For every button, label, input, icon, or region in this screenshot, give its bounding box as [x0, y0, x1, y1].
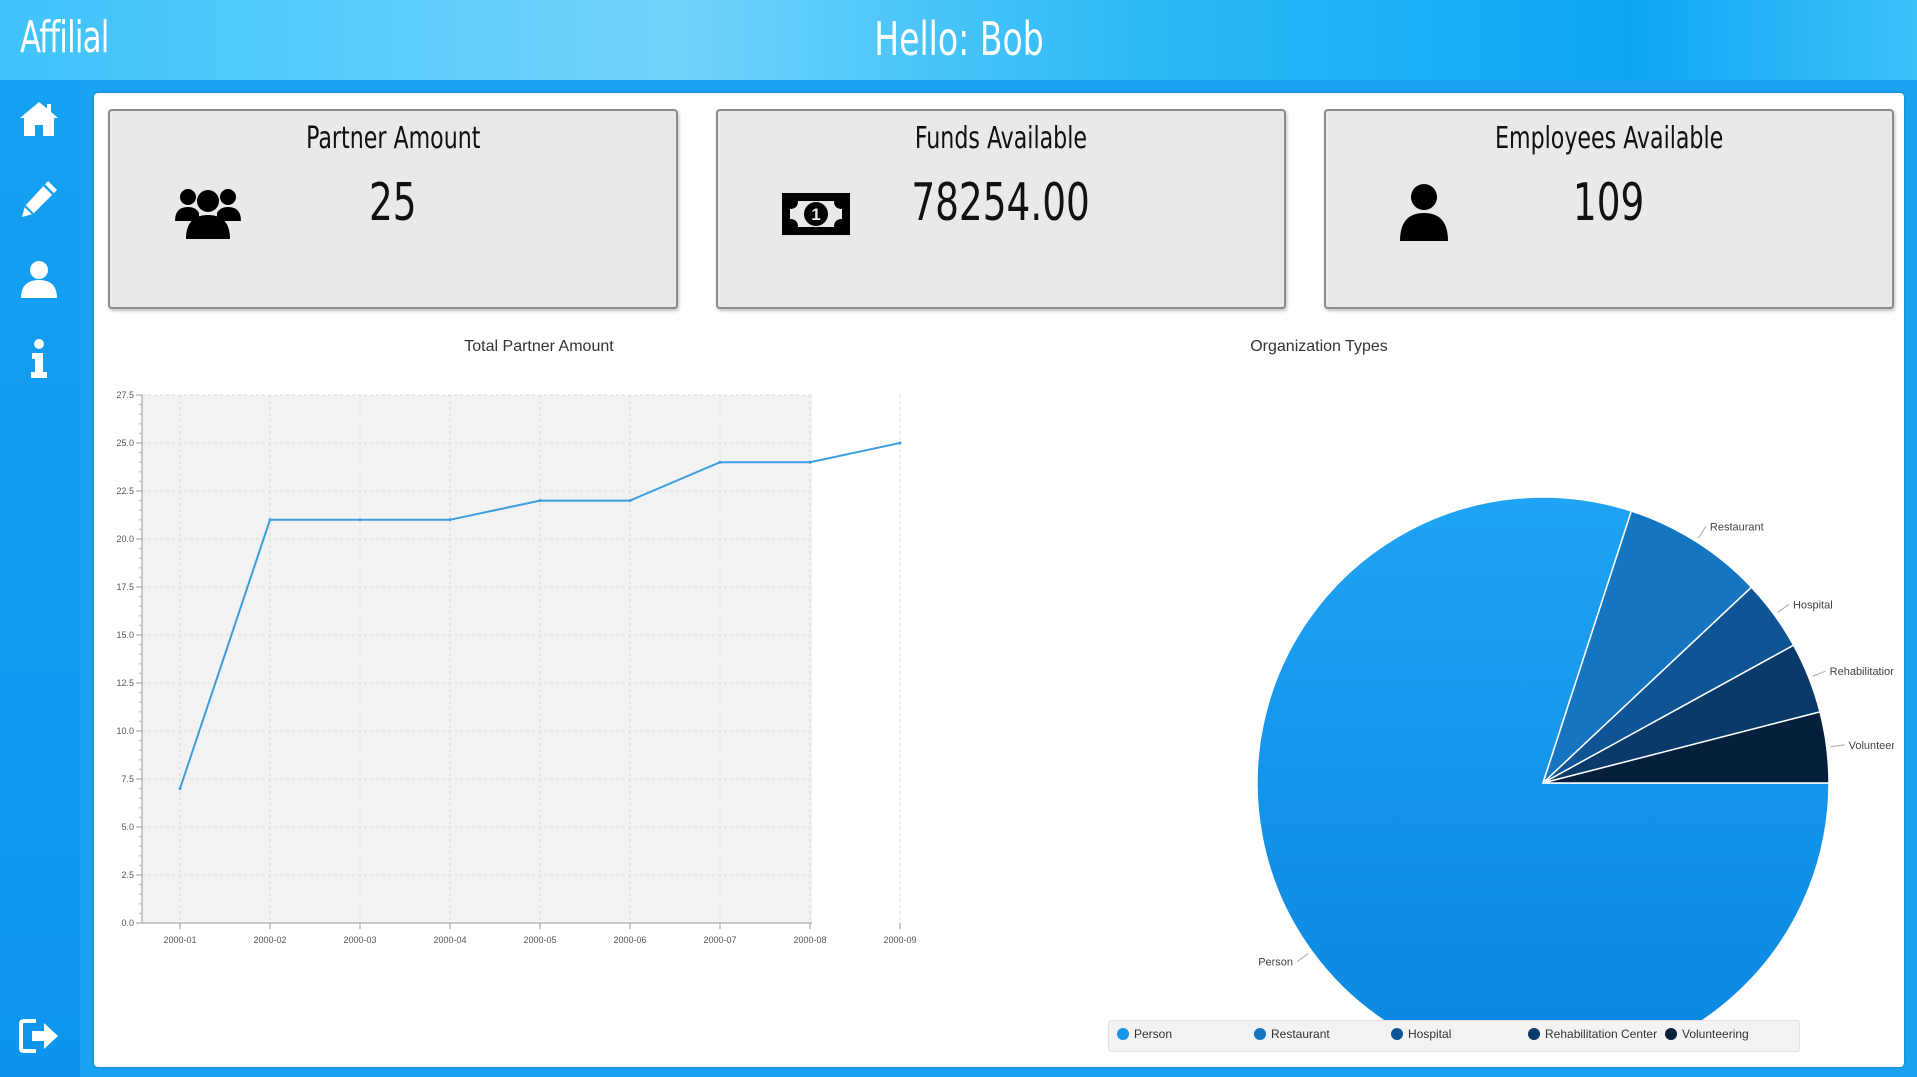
funds-available-card: Funds Available 1 78254.00	[716, 109, 1286, 309]
y-tick-label: 0.0	[121, 918, 134, 928]
x-tick-label: 2000-02	[253, 935, 286, 945]
info-icon[interactable]	[18, 338, 60, 380]
pie-chart: Person Restaurant Hospital Rehabilitation C…	[1256, 496, 1894, 1023]
top-bar: Affilial Hello: Bob	[0, 0, 1917, 80]
legend-label: Restaurant	[1271, 1027, 1330, 1041]
dashboard-panel: Partner Amount 25 Funds Available 1 7825…	[94, 93, 1904, 1067]
pie-legend: Person Restaurant Hospital Rehabilitation C…	[1108, 1020, 1800, 1052]
legend-label: Person	[1134, 1027, 1173, 1041]
x-tick-label: 2000-03	[343, 935, 376, 945]
y-tick-label: 5.0	[121, 822, 134, 832]
y-tick-label: 17.5	[116, 582, 134, 592]
legend-swatch	[1528, 1028, 1540, 1040]
pie-label: Restaurant	[1710, 521, 1764, 533]
card-title: Funds Available	[914, 121, 1088, 156]
legend-item: Person	[1117, 1027, 1172, 1041]
sidebar	[0, 80, 80, 1077]
legend-swatch	[1391, 1028, 1403, 1040]
line-chart: 0.0 2.5 5.0 7.5 10.0 12.5 15.0 17.5 20.0 22.5 25.0…	[116, 390, 916, 945]
data-point	[628, 499, 632, 503]
data-point	[178, 787, 182, 791]
x-tick-label: 2000-04	[433, 935, 466, 945]
data-point	[718, 460, 722, 464]
y-tick-label: 20.0	[116, 534, 134, 544]
legend-item: Hospital	[1391, 1027, 1451, 1041]
pie-label: Hospital	[1793, 599, 1833, 611]
employees-available-card: Employees Available 109	[1324, 109, 1894, 309]
x-tick-label: 2000-08	[793, 935, 826, 945]
data-point	[808, 460, 812, 464]
label-leader	[1830, 744, 1845, 748]
user-icon[interactable]	[18, 258, 60, 300]
pie-label: Volunteering	[1849, 740, 1894, 752]
y-tick-label: 15.0	[116, 630, 134, 640]
card-value: 109	[1573, 173, 1645, 233]
data-point	[448, 518, 452, 522]
label-leader	[1697, 526, 1707, 539]
x-tick-label: 2000-06	[613, 935, 646, 945]
legend-swatch	[1665, 1028, 1677, 1040]
card-value: 25	[369, 173, 417, 233]
greeting-text: Hello: Bob	[873, 12, 1044, 66]
x-tick-label: 2000-07	[703, 935, 736, 945]
card-title: Partner Amount	[305, 121, 481, 156]
x-tick-label: 2000-05	[523, 935, 556, 945]
card-title: Employees Available	[1494, 121, 1724, 156]
x-tick-label: 2000-01	[163, 935, 196, 945]
legend-swatch	[1117, 1028, 1129, 1040]
data-point	[898, 441, 902, 445]
greeting: Hello: Bob	[0, 12, 1917, 66]
legend-label: Volunteering	[1682, 1027, 1749, 1041]
legend-item: Restaurant	[1254, 1027, 1330, 1041]
partner-amount-card: Partner Amount 25	[108, 109, 678, 309]
pie-label: Rehabilitation Center	[1830, 666, 1894, 678]
home-icon[interactable]	[18, 98, 60, 140]
data-point	[358, 518, 362, 522]
y-tick-label: 27.5	[116, 390, 134, 400]
legend-label: Hospital	[1408, 1027, 1452, 1041]
y-tick-label: 10.0	[116, 726, 134, 736]
y-tick-label: 25.0	[116, 438, 134, 448]
label-leader	[1777, 603, 1790, 613]
legend-label: Rehabilitation Center	[1545, 1027, 1658, 1041]
label-leader	[1812, 670, 1826, 677]
logout-icon[interactable]	[18, 1015, 60, 1057]
legend-item: Rehabilitation Center	[1528, 1027, 1657, 1041]
pie-label: Person	[1258, 957, 1293, 969]
legend-swatch	[1254, 1028, 1266, 1040]
y-tick-label: 7.5	[121, 774, 134, 784]
data-point	[268, 518, 272, 522]
card-value: 78254.00	[911, 173, 1091, 233]
y-tick-label: 12.5	[116, 678, 134, 688]
plot-area	[142, 395, 812, 923]
x-tick-label: 2000-09	[883, 935, 916, 945]
y-tick-label: 2.5	[121, 870, 134, 880]
pencil-icon[interactable]	[18, 178, 60, 220]
label-leader	[1296, 953, 1309, 963]
data-point	[538, 499, 542, 503]
y-tick-label: 22.5	[116, 486, 134, 496]
legend-item: Volunteering	[1665, 1027, 1749, 1041]
